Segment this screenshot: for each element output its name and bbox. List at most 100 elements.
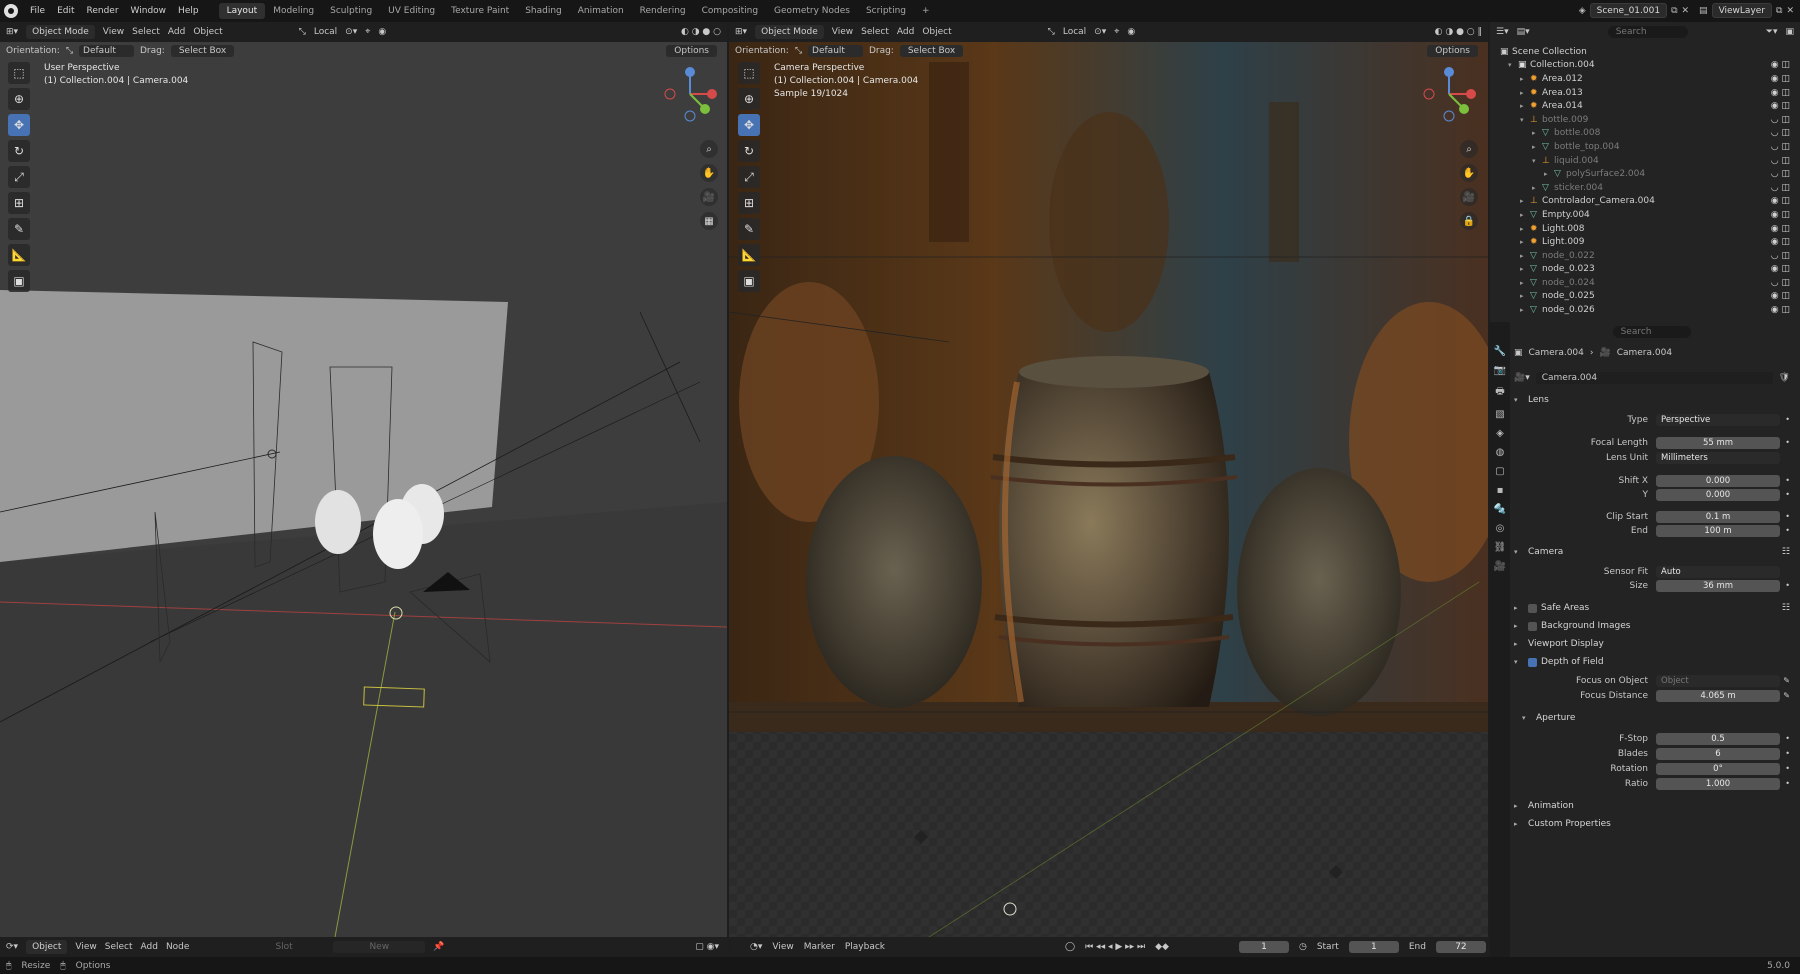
pan-hand-icon[interactable]: ✋ — [1460, 164, 1478, 182]
shading-modes-icon[interactable]: ◐ ◑ ● ○ — [681, 27, 721, 37]
new-collection-icon[interactable]: ▣ — [1785, 27, 1794, 37]
options-button[interactable]: Options — [1427, 45, 1478, 57]
menu-window[interactable]: Window — [125, 6, 173, 16]
blades-field[interactable]: 6 — [1656, 747, 1780, 760]
panel-animation-header[interactable]: ▸ Animation — [1514, 799, 1790, 813]
delete-scene-icon[interactable]: ✕ — [1682, 6, 1690, 16]
filter-icon[interactable]: ⏷▾ — [1766, 27, 1778, 37]
visibility-toggles[interactable]: ◡ ◫ — [1771, 128, 1790, 138]
navigation-gizmo[interactable] — [1419, 64, 1479, 124]
visibility-toggles[interactable]: ◉ ◫ — [1771, 74, 1790, 84]
outliner-row[interactable]: ▸ ✹ Area.014 ◉ ◫ — [1500, 99, 1796, 113]
proportional-edit-icon[interactable]: ◉ — [1127, 27, 1135, 37]
outliner-row[interactable]: ▸ ▽ node_0.025 ◉ ◫ — [1500, 290, 1796, 304]
sensor-fit-dropdown[interactable]: Auto — [1656, 565, 1780, 578]
eyedropper-icon[interactable]: ✎ — [1780, 691, 1790, 700]
pivot-icon[interactable]: ⊙▾ — [345, 27, 357, 37]
keyframe-dot-icon[interactable]: • — [1780, 438, 1790, 447]
editor-type-icon[interactable]: ☰▾ — [1496, 27, 1509, 37]
shift-y-field[interactable]: 0.000 — [1656, 488, 1780, 501]
view-layer-tab-icon[interactable]: ▧ — [1495, 409, 1504, 420]
expand-icon[interactable]: ▸ — [1520, 211, 1530, 219]
panel-depth-of-field-header[interactable]: ▾ Depth of Field — [1514, 655, 1790, 669]
options-button[interactable]: Options — [666, 45, 717, 57]
menu-add[interactable]: Add — [897, 27, 914, 37]
transform-space-dropdown[interactable]: Local — [1063, 27, 1086, 37]
eyedropper-icon[interactable]: ✎ — [1780, 676, 1790, 685]
output-tab-icon[interactable]: 🖶 — [1495, 384, 1504, 401]
outliner-row[interactable]: ▸ ▽ node_0.022 ◡ ◫ — [1500, 249, 1796, 263]
panel-viewport-display-header[interactable]: ▸ Viewport Display — [1514, 637, 1790, 651]
playback-controls-icon[interactable]: ⏮ ◂◂ ◂ ▶ ▸▸ ⏭ — [1085, 942, 1145, 952]
lens-unit-dropdown[interactable]: Millimeters — [1656, 451, 1780, 464]
zoom-icon[interactable]: ⌕ — [700, 140, 718, 158]
tab-layout[interactable]: Layout — [218, 3, 266, 19]
cursor-tool-icon[interactable]: ⊕ — [8, 88, 30, 110]
render-tab-icon[interactable]: 📷 — [1494, 365, 1506, 376]
outliner-row[interactable]: ▸ ✹ Area.013 ◉ ◫ — [1500, 86, 1796, 100]
expand-icon[interactable]: ▸ — [1520, 265, 1530, 273]
outliner-row[interactable]: ▸ ✹ Light.008 ◉ ◫ — [1500, 222, 1796, 236]
shift-x-field[interactable]: 0.000 — [1656, 474, 1780, 487]
safe-areas-checkbox[interactable] — [1528, 603, 1537, 613]
visibility-toggles[interactable]: ◡ ◫ — [1771, 251, 1790, 261]
proportional-edit-icon[interactable]: ◉ — [378, 27, 386, 37]
menu-select[interactable]: Select — [105, 942, 133, 952]
expand-icon[interactable]: ▸ — [1520, 238, 1530, 246]
keyframe-dot-icon[interactable]: • — [1780, 512, 1790, 521]
editor-type-icon[interactable]: ⊞▾ — [6, 27, 18, 37]
presets-icon[interactable]: ☷ — [1782, 547, 1790, 557]
editor-type-icon[interactable]: ⊞▾ — [735, 27, 747, 37]
visibility-toggles[interactable]: ◡ ◫ — [1771, 278, 1790, 288]
keyframe-dot-icon[interactable]: • — [1780, 734, 1790, 743]
physics-tab-icon[interactable]: ◎ — [1496, 523, 1505, 534]
outliner-row[interactable]: ▸ ▽ node_0.026 ◉ ◫ — [1500, 303, 1796, 317]
add-cube-tool-icon[interactable]: ▣ — [8, 270, 30, 292]
visibility-toggles[interactable]: ◉ ◫ — [1771, 88, 1790, 98]
tab-sculpting[interactable]: Sculpting — [322, 3, 380, 19]
outliner-row[interactable]: ▸ ✹ Area.012 ◉ ◫ — [1500, 72, 1796, 86]
scene-tab-icon[interactable]: ◈ — [1496, 428, 1504, 439]
auto-key-icon[interactable]: ◯ — [1065, 942, 1075, 952]
select-box-tool-icon[interactable]: ⬚ — [738, 62, 760, 84]
keyframe-dot-icon[interactable]: • — [1780, 415, 1790, 424]
menu-add[interactable]: Add — [168, 27, 185, 37]
visibility-toggles[interactable]: ◉ ◫ — [1771, 305, 1790, 315]
editor-type-icon[interactable]: ◔▾ — [750, 942, 762, 952]
menu-marker[interactable]: Marker — [804, 942, 835, 952]
expand-icon[interactable]: ▸ — [1520, 292, 1530, 300]
rotate-tool-icon[interactable]: ↻ — [738, 140, 760, 162]
delete-view-layer-icon[interactable]: ✕ — [1786, 6, 1794, 16]
keyframe-dot-icon[interactable]: • — [1780, 764, 1790, 773]
snap-icon[interactable]: ⌖ — [365, 27, 370, 37]
slot-dropdown[interactable]: Slot — [275, 942, 325, 952]
new-material-button[interactable]: New — [333, 941, 426, 953]
clip-end-field[interactable]: 100 m — [1656, 524, 1780, 537]
camera-data-tab-icon[interactable]: 🎥 — [1494, 561, 1506, 572]
tab-texture-paint[interactable]: Texture Paint — [443, 3, 517, 19]
data-block-name-input[interactable]: Camera.004 — [1535, 372, 1773, 384]
outliner-row[interactable]: ▸ ▽ node_0.023 ◉ ◫ — [1500, 263, 1796, 277]
tab-modeling[interactable]: Modeling — [265, 3, 322, 19]
fstop-field[interactable]: 0.5 — [1656, 732, 1780, 745]
visibility-toggles[interactable]: ◡ ◫ — [1771, 183, 1790, 193]
menu-object[interactable]: Object — [922, 27, 951, 37]
keyframe-dot-icon[interactable]: • — [1780, 490, 1790, 499]
tab-uv-editing[interactable]: UV Editing — [380, 3, 443, 19]
object-tab-icon[interactable]: ▪ — [1497, 485, 1504, 496]
measure-tool-icon[interactable]: 📐 — [738, 244, 760, 266]
visibility-toggles[interactable]: ◉ ◫ — [1771, 224, 1790, 234]
expand-icon[interactable]: ▸ — [1544, 170, 1554, 178]
outliner-row[interactable]: ▸ ▽ sticker.004 ◡ ◫ — [1500, 181, 1796, 195]
tab-compositing[interactable]: Compositing — [694, 3, 766, 19]
object-type-dropdown[interactable]: Object — [26, 940, 68, 954]
tool-tab-icon[interactable]: 🔧 — [1494, 346, 1506, 357]
lock-camera-icon[interactable]: 🔒 — [1460, 212, 1478, 230]
annotate-tool-icon[interactable]: ✎ — [738, 218, 760, 240]
outliner-row[interactable]: ▸ ✹ Light.009 ◉ ◫ — [1500, 235, 1796, 249]
expand-icon[interactable]: ▸ — [1520, 102, 1530, 110]
camera-view-icon[interactable]: 🎥 — [1460, 188, 1478, 206]
transform-tool-icon[interactable]: ⊞ — [738, 192, 760, 214]
expand-icon[interactable]: ▸ — [1520, 252, 1530, 260]
keyframe-nav-icon[interactable]: ◆◆ — [1155, 942, 1169, 952]
